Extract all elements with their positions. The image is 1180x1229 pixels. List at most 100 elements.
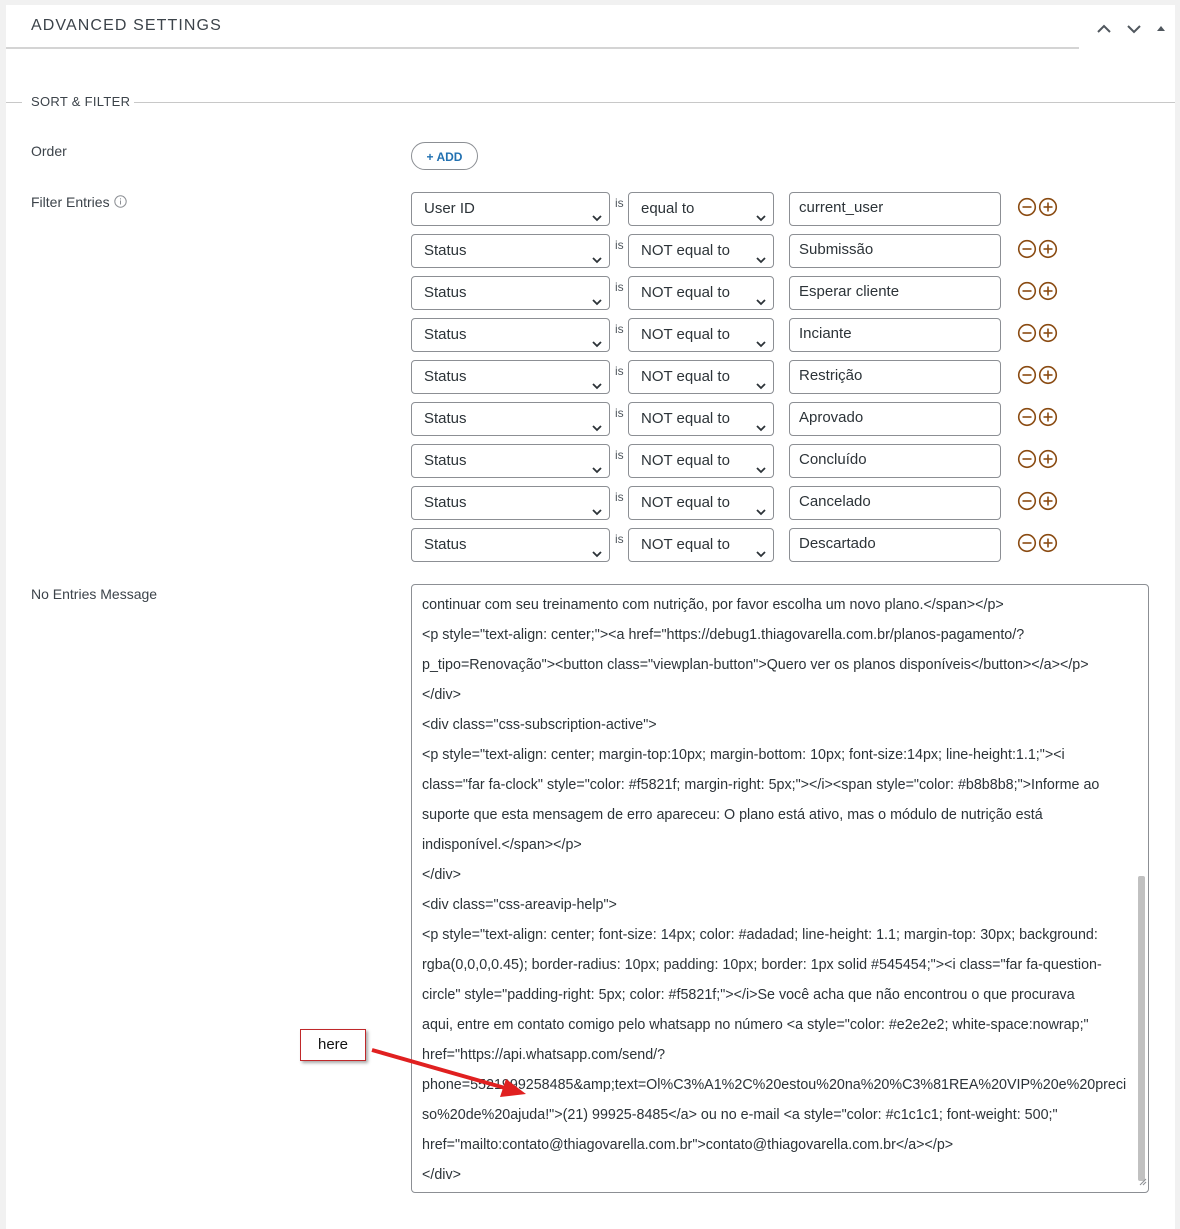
filter-field-value: Status (424, 410, 467, 427)
textarea-line: indisponível.</span></p> (422, 837, 582, 853)
filter-field-select[interactable]: Status (411, 234, 610, 268)
textarea-line: <p style="text-align: center;"><a href="… (422, 627, 1025, 643)
textarea-line: <div class="css-subscription-active"> (422, 717, 657, 733)
chevron-down-icon (591, 288, 603, 320)
minus-circle-icon[interactable] (1017, 323, 1037, 343)
filter-row: Status is NOT equal to Descartado (411, 528, 1071, 562)
textarea-line: </div> (422, 1167, 461, 1183)
filter-operator-select[interactable]: NOT equal to (628, 318, 774, 352)
triangle-up-icon (1154, 19, 1168, 39)
textarea-line: <p style="text-align: center; font-size:… (422, 927, 1098, 943)
filter-value-input[interactable]: current_user (789, 192, 1001, 226)
chevron-down-icon (591, 246, 603, 278)
minus-circle-icon[interactable] (1017, 197, 1037, 217)
filter-row: Status is NOT equal to Cancelado (411, 486, 1071, 520)
filter-field-select[interactable]: User ID (411, 192, 610, 226)
filter-field-value: Status (424, 326, 467, 343)
plus-circle-icon[interactable] (1038, 365, 1058, 385)
textarea-line: <p style="text-align: center; margin-top… (422, 747, 1065, 763)
filter-field-select[interactable]: Status (411, 360, 610, 394)
filter-field-value: Status (424, 452, 467, 469)
chevron-down-icon (591, 414, 603, 446)
plus-circle-icon[interactable] (1038, 533, 1058, 553)
textarea-line: p_tipo=Renovação"><button class="viewpla… (422, 657, 1089, 673)
plus-circle-icon[interactable] (1038, 407, 1058, 427)
filter-operator-value: NOT equal to (641, 284, 730, 301)
filter-field-select[interactable]: Status (411, 528, 610, 562)
is-label: is (615, 532, 624, 546)
filter-value-input[interactable]: Restrição (789, 360, 1001, 394)
filter-operator-value: equal to (641, 200, 695, 217)
filter-operator-select[interactable]: NOT equal to (628, 276, 774, 310)
textarea-line: rgba(0,0,0,0.45); border-radius: 10px; p… (422, 957, 1102, 973)
panel-header: ADVANCED SETTINGS (6, 5, 1175, 49)
textarea-content: continuar com seu treinamento com nutriç… (422, 590, 1134, 1190)
filter-field-select[interactable]: Status (411, 318, 610, 352)
chevron-down-icon (591, 372, 603, 404)
minus-circle-icon[interactable] (1017, 239, 1037, 259)
textarea-line: suporte que esta mensagem de erro aparec… (422, 807, 1043, 823)
minus-circle-icon[interactable] (1017, 407, 1037, 427)
resize-handle-icon[interactable] (1139, 1173, 1147, 1191)
filter-row: User ID is equal to current_user (411, 192, 1071, 226)
filter-operator-value: NOT equal to (641, 242, 730, 259)
minus-circle-icon[interactable] (1017, 365, 1037, 385)
filter-value-input[interactable]: Concluído (789, 444, 1001, 478)
filter-entries-label: Filter Entries (31, 194, 110, 210)
no-entries-message-textarea[interactable]: continuar com seu treinamento com nutriç… (411, 584, 1149, 1193)
is-label: is (615, 448, 624, 462)
advanced-settings-panel: ADVANCED SETTINGS SORT & FILTER Order + … (6, 5, 1175, 1229)
filter-operator-select[interactable]: NOT equal to (628, 234, 774, 268)
chevron-down-icon (591, 330, 603, 362)
filter-field-select[interactable]: Status (411, 486, 610, 520)
filter-field-select[interactable]: Status (411, 276, 610, 310)
is-label: is (615, 406, 624, 420)
filter-value-input[interactable]: Esperar cliente (789, 276, 1001, 310)
filter-field-select[interactable]: Status (411, 402, 610, 436)
minus-circle-icon[interactable] (1017, 491, 1037, 511)
filter-value-input[interactable]: Cancelado (789, 486, 1001, 520)
add-order-button[interactable]: + ADD (411, 142, 478, 170)
textarea-scrollbar[interactable] (1138, 876, 1145, 1181)
chevron-down-icon (591, 456, 603, 488)
section-divider-right (134, 102, 1175, 103)
plus-circle-icon[interactable] (1038, 323, 1058, 343)
textarea-line: href="https://api.whatsapp.com/send/? (422, 1047, 666, 1063)
move-up-button[interactable] (1094, 19, 1114, 39)
toggle-panel-button[interactable] (1154, 19, 1168, 39)
filter-field-value: Status (424, 284, 467, 301)
no-entries-label: No Entries Message (31, 586, 158, 602)
info-icon[interactable] (113, 195, 127, 211)
plus-circle-icon[interactable] (1038, 197, 1058, 217)
filter-value-input[interactable]: Submissão (789, 234, 1001, 268)
minus-circle-icon[interactable] (1017, 449, 1037, 469)
plus-circle-icon[interactable] (1038, 449, 1058, 469)
filter-operator-select[interactable]: NOT equal to (628, 528, 774, 562)
filter-value-input[interactable]: Inciante (789, 318, 1001, 352)
textarea-line: circle" style="padding-right: 5px; color… (422, 987, 1075, 1003)
plus-circle-icon[interactable] (1038, 281, 1058, 301)
filter-field-select[interactable]: Status (411, 444, 610, 478)
move-down-button[interactable] (1124, 19, 1144, 39)
filter-entries-label-wrap: Filter Entries (31, 194, 127, 211)
textarea-line: phone=5521999258485&amp;text=Ol%C3%A1%2C… (422, 1077, 1127, 1093)
minus-circle-icon[interactable] (1017, 281, 1037, 301)
filter-operator-select[interactable]: NOT equal to (628, 444, 774, 478)
plus-circle-icon[interactable] (1038, 491, 1058, 511)
filter-field-value: Status (424, 494, 467, 511)
filter-field-value: Status (424, 368, 467, 385)
chevron-down-icon (755, 288, 767, 320)
filter-operator-select[interactable]: NOT equal to (628, 486, 774, 520)
textarea-line: </div> (422, 867, 461, 883)
is-label: is (615, 322, 624, 336)
filter-value-input[interactable]: Aprovado (789, 402, 1001, 436)
filter-operator-select[interactable]: equal to (628, 192, 774, 226)
minus-circle-icon[interactable] (1017, 533, 1037, 553)
plus-circle-icon[interactable] (1038, 239, 1058, 259)
textarea-line: aqui, entre em contato comigo pelo whats… (422, 1017, 1089, 1033)
textarea-line: continuar com seu treinamento com nutriç… (422, 597, 1004, 613)
filter-row: Status is NOT equal to Submissão (411, 234, 1071, 268)
filter-value-input[interactable]: Descartado (789, 528, 1001, 562)
filter-operator-select[interactable]: NOT equal to (628, 360, 774, 394)
filter-operator-select[interactable]: NOT equal to (628, 402, 774, 436)
